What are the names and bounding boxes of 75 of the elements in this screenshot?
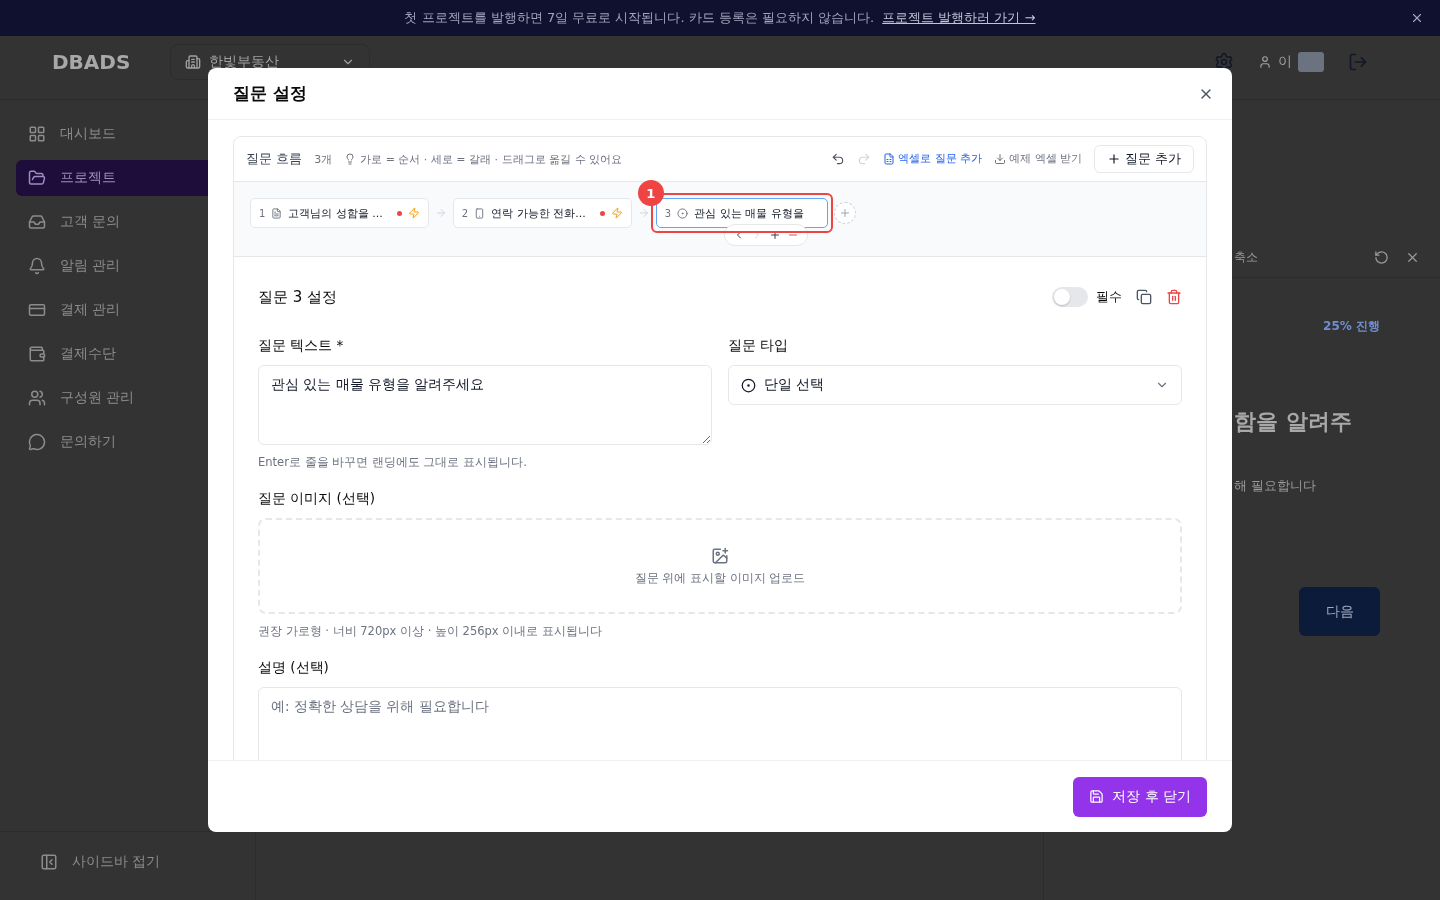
sidebar-item[interactable]: 고객 문의 [16,204,239,240]
help-text: 권장 가로형 · 너비 720px 이상 · 높이 256px 이내로 표시됩니다 [258,624,603,639]
question-node[interactable]: 1 고객님의 성함을 ... [250,198,429,228]
radio-icon [677,207,689,219]
required-label: 필수 [1096,288,1122,306]
copy-icon[interactable] [1136,289,1152,305]
spreadsheet-icon [883,153,896,165]
question-node[interactable]: 2 연락 가능한 전화... [452,198,632,228]
collapse-sidebar-button[interactable]: 사이드바 접기 [28,844,173,880]
panel-icon [40,853,58,871]
settings-title: 질문 3 설정 [258,287,338,307]
publish-link[interactable]: 프로젝트 발행하러 가기 → [882,9,1036,27]
preview-question: 함을 알려주 [1234,408,1353,436]
close-icon[interactable] [1405,250,1420,265]
sidebar-icon [28,389,46,407]
add-node-button[interactable] [833,202,856,224]
next-button[interactable]: 다음 [1299,587,1380,636]
document-icon [271,207,283,219]
lightbulb-icon [344,153,357,165]
field-label: 질문 이미지 (선택) [258,490,377,508]
sidebar-icon [28,169,46,187]
required-toggle[interactable] [1052,287,1088,307]
image-icon [711,546,729,565]
sidebar-item[interactable]: 대시보드 [16,116,239,152]
promo-banner-text: 첫 프로젝트를 발행하면 7일 무료로 시작됩니다. 카드 등록은 필요하지 않습니다. [404,9,875,27]
callout-badge: 1 [637,180,664,206]
preview-description: 해 필요합니다 [1234,477,1318,495]
sidebar-item[interactable]: 구성원 관리 [16,380,239,416]
help-text: Enter로 줄을 바꾸면 랜딩에도 그대로 표시됩니다. [258,455,528,470]
sidebar-item[interactable]: 알림 관리 [16,248,239,284]
sidebar-item[interactable]: 결제 관리 [16,292,239,328]
sidebar-icon [28,301,46,319]
save-icon [1089,789,1105,804]
arrow-icon [434,207,447,219]
field-label: 설명 (선택) [258,659,330,677]
excel-import-link[interactable]: 엑셀로 질문 추가 [883,152,983,166]
image-upload-area[interactable]: 질문 위에 표시할 이미지 업로드 [258,518,1182,614]
reset-icon[interactable] [1374,250,1389,265]
sidebar-item[interactable]: 결제수단 [16,336,239,372]
question-count: 3개 [314,151,333,167]
question-type-select[interactable]: 단일 선택 [728,365,1182,405]
close-icon[interactable] [1410,11,1424,25]
question-text-field[interactable]: 관심 있는 매물 유형을 알려주세요 [258,365,712,445]
phone-icon [474,207,486,219]
plus-icon [838,207,851,219]
dialog-title: 질문 설정 [233,82,307,105]
arrow-icon [637,207,650,219]
sidebar-icon [28,125,46,143]
trash-icon[interactable] [1166,289,1182,305]
description-field[interactable]: 예: 정확한 상담을 위해 필요합니다 [258,687,1182,760]
building-icon [185,53,202,70]
sidebar-icon [28,345,46,363]
sample-download-link[interactable]: 예제 엑셀 받기 [994,152,1082,166]
sidebar-icon [28,213,46,231]
add-question-button[interactable]: 질문 추가 [1093,145,1194,173]
flow-title: 질문 흐름 [246,150,303,168]
user-name: 이 [1278,52,1292,71]
sidebar-icon [28,257,46,275]
undo-icon[interactable] [831,152,846,166]
sidebar-item[interactable]: 문의하기 [16,424,239,460]
sidebar-icon [28,433,46,451]
logo: DBADS [52,49,131,74]
toggle-knob [1054,289,1070,305]
field-label: 질문 타입 [728,337,790,355]
plus-icon [1106,152,1121,166]
download-icon [994,153,1007,165]
question-node[interactable]: 3 관심 있는 매물 유형을 [655,198,828,228]
field-label: 질문 텍스트 * [258,337,345,355]
radio-icon [741,377,756,393]
shrink-label[interactable]: 축소 [1234,249,1258,266]
save-close-button[interactable]: 저장 후 닫기 [1073,776,1207,817]
user-icon [1258,54,1272,69]
redacted-block [1298,51,1324,72]
flow-hint: 가로 = 순서 · 세로 = 갈래 · 드래그로 옮길 수 있어요 [360,151,623,167]
progress-text: 25% 진행 [1323,318,1380,335]
